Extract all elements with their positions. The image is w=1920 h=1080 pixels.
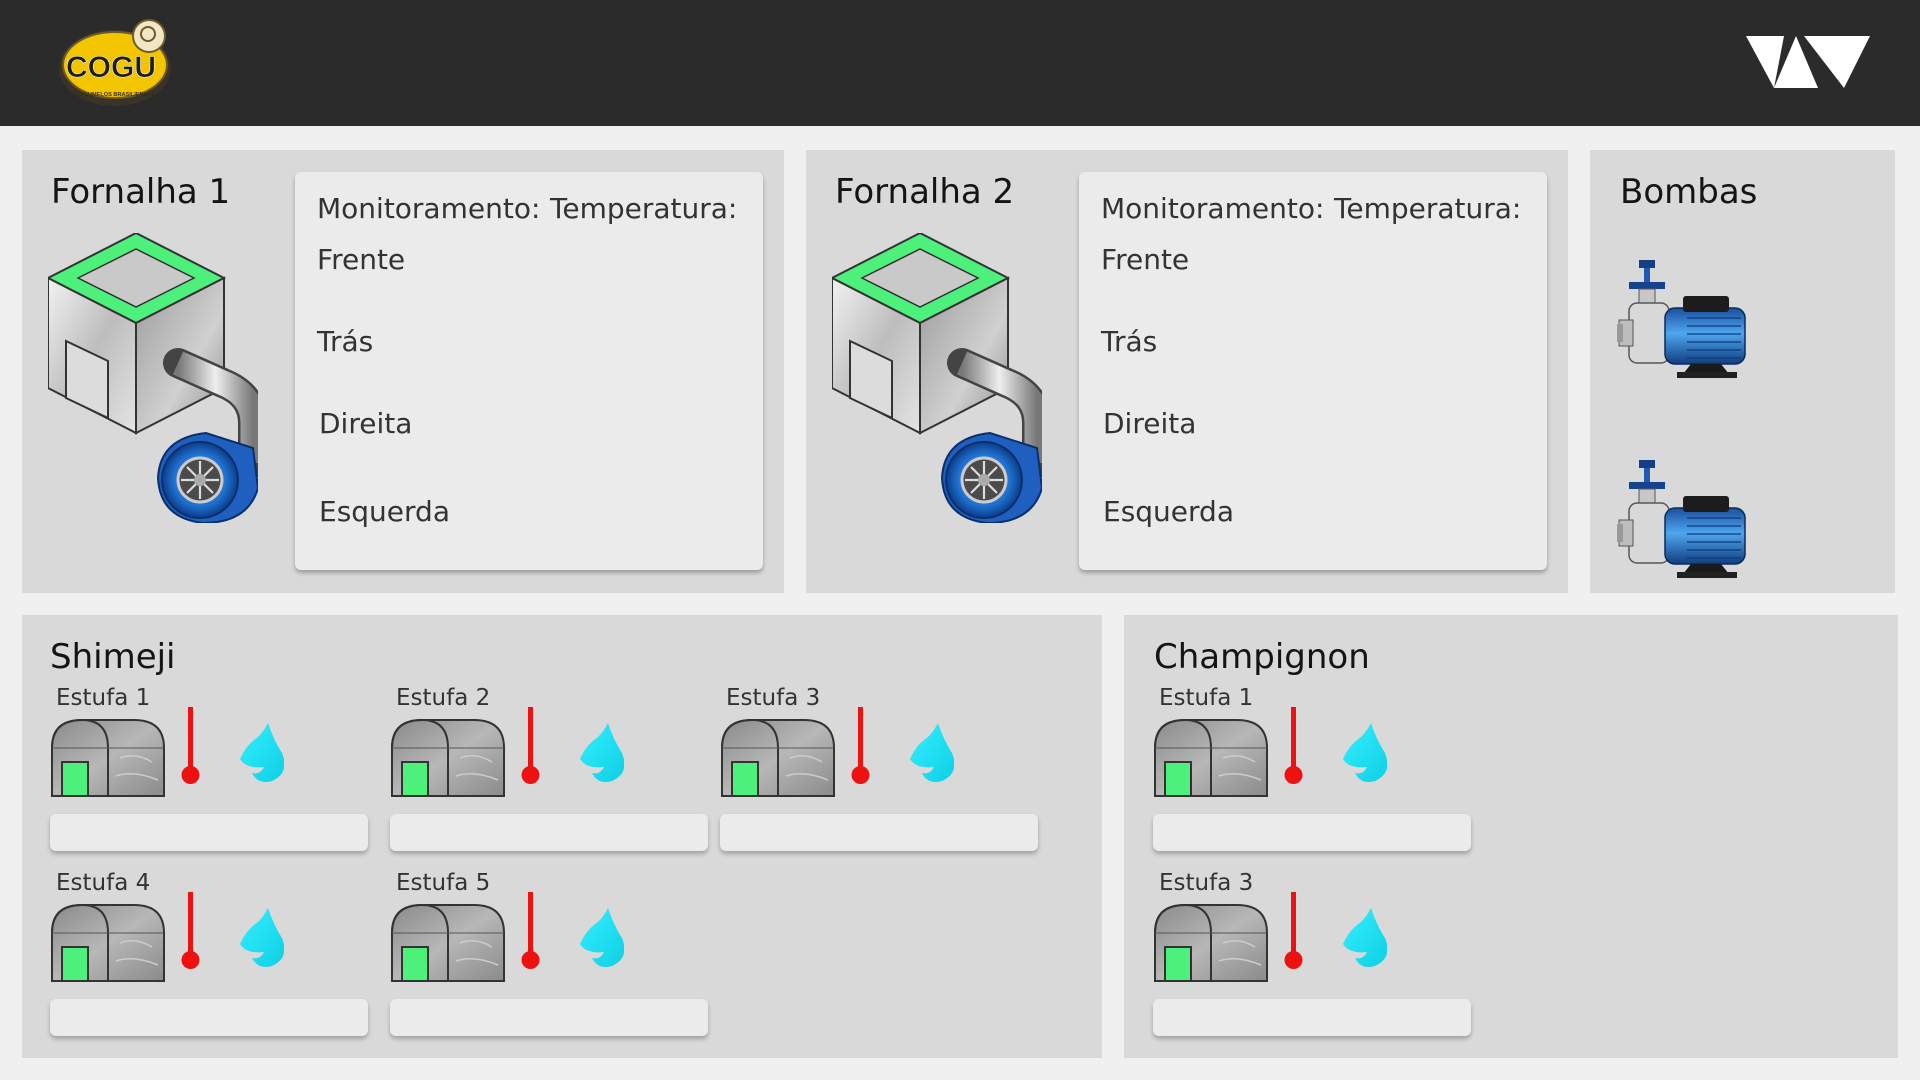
sensor-right-label: Direita: [1103, 407, 1197, 440]
furnace-1-monitor-card: Monitoramento: Temperatura: Frente Trás …: [295, 172, 763, 570]
greenhouse-icon: [391, 719, 505, 797]
furnace-2-title: Fornalha 2: [835, 172, 1015, 212]
sensor-front-label: Frente: [317, 243, 406, 276]
sensor-back-label: Trás: [1101, 325, 1158, 358]
greenhouse-label: Estufa 1: [56, 685, 151, 711]
water-drop-icon: [240, 908, 284, 967]
greenhouse-label: Estufa 5: [396, 870, 491, 896]
greenhouse-label: Estufa 3: [1159, 870, 1254, 896]
greenhouse-card[interactable]: Estufa 3: [1153, 870, 1478, 1045]
furnace-icon: [48, 233, 258, 523]
furnace-icon: [832, 233, 1042, 523]
water-drop-icon: [580, 723, 624, 782]
pumps-title: Bombas: [1620, 172, 1758, 212]
greenhouse-status-bar: [1153, 814, 1471, 851]
greenhouse-icon: [51, 904, 165, 982]
water-drop-icon: [910, 723, 954, 782]
thermometer-icon: [851, 707, 870, 784]
greenhouse-card[interactable]: Estufa 4: [50, 870, 375, 1045]
thermometer-icon: [1284, 892, 1303, 969]
temperature-label: Temperatura:: [550, 192, 738, 225]
greenhouse-card[interactable]: Estufa 2: [390, 685, 715, 860]
thermometer-icon: [1284, 707, 1303, 784]
top-bar: COGU COGUMELOS BRASILIENSES: [0, 0, 1920, 126]
sensor-left-label: Esquerda: [319, 495, 450, 528]
greenhouse-status-bar: [1153, 999, 1471, 1036]
thermometer-icon: [521, 707, 540, 784]
furnace-1-title: Fornalha 1: [51, 172, 231, 212]
water-pump-icon[interactable]: [1617, 260, 1753, 378]
sensor-front-label: Frente: [1101, 243, 1190, 276]
thermometer-icon: [521, 892, 540, 969]
greenhouse-status-bar: [720, 814, 1038, 851]
sensor-back-label: Trás: [317, 325, 374, 358]
monitor-label: Monitoramento:: [317, 192, 541, 225]
furnace-2-monitor-card: Monitoramento: Temperatura: Frente Trás …: [1079, 172, 1547, 570]
water-drop-icon: [1343, 723, 1387, 782]
shimeji-panel: Shimeji Estufa 1 Estufa 2 Estufa 3 Estuf…: [22, 615, 1102, 1058]
greenhouse-status-bar: [390, 814, 708, 851]
greenhouse-card[interactable]: Estufa 3: [720, 685, 1045, 860]
greenhouse-status-bar: [50, 814, 368, 851]
greenhouse-label: Estufa 4: [56, 870, 151, 896]
water-drop-icon: [1343, 908, 1387, 967]
greenhouse-icon: [391, 904, 505, 982]
thermometer-icon: [181, 707, 200, 784]
greenhouse-status-bar: [50, 999, 368, 1036]
svg-text:COGUMELOS BRASILIENSES: COGUMELOS BRASILIENSES: [75, 92, 155, 98]
thermometer-icon: [181, 892, 200, 969]
shimeji-title: Shimeji: [50, 637, 176, 677]
greenhouse-label: Estufa 2: [396, 685, 491, 711]
greenhouse-icon: [1154, 904, 1268, 982]
temperature-label: Temperatura:: [1334, 192, 1522, 225]
water-drop-icon: [240, 723, 284, 782]
sensor-left-label: Esquerda: [1103, 495, 1234, 528]
brand-mark-icon: [1746, 36, 1870, 88]
champignon-title: Champignon: [1154, 637, 1370, 677]
water-drop-icon: [580, 908, 624, 967]
monitor-label: Monitoramento:: [1101, 192, 1325, 225]
sensor-right-label: Direita: [319, 407, 413, 440]
pumps-panel: Bombas: [1590, 150, 1895, 593]
svg-text:COGU: COGU: [66, 51, 156, 84]
greenhouse-label: Estufa 1: [1159, 685, 1254, 711]
greenhouse-icon: [721, 719, 835, 797]
furnace-panel-2: Fornalha 2 Monitoramento: Temperatura: F…: [806, 150, 1568, 593]
greenhouse-card[interactable]: Estufa 1: [50, 685, 375, 860]
greenhouse-card[interactable]: Estufa 1: [1153, 685, 1478, 860]
water-pump-icon[interactable]: [1617, 460, 1753, 578]
greenhouse-status-bar: [390, 999, 708, 1036]
champignon-panel: Champignon Estufa 1 Estufa 3: [1124, 615, 1898, 1058]
greenhouse-icon: [51, 719, 165, 797]
cogu-logo: COGU COGUMELOS BRASILIENSES: [59, 19, 171, 106]
greenhouse-label: Estufa 3: [726, 685, 821, 711]
furnace-panel-1: Fornalha 1 Monitoramento: Temperatura: F…: [22, 150, 784, 593]
greenhouse-card[interactable]: Estufa 5: [390, 870, 715, 1045]
greenhouse-icon: [1154, 719, 1268, 797]
